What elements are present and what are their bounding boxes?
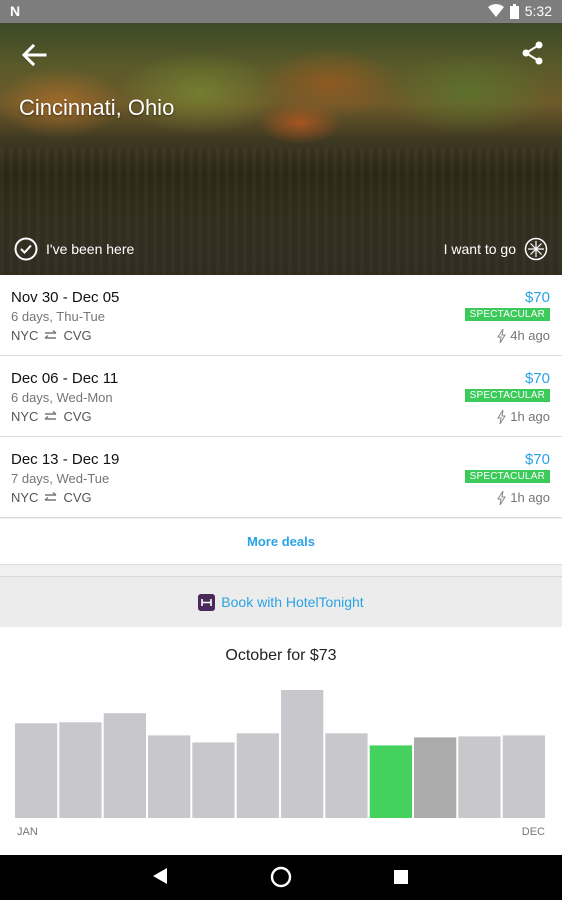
been-here-button[interactable]: I've been here (14, 237, 134, 261)
chart-bar-jul[interactable] (281, 690, 324, 818)
deal-route: NYC CVG (11, 490, 92, 505)
more-deals-button[interactable]: More deals (0, 519, 562, 565)
want-to-go-button[interactable]: I want to go (444, 237, 548, 261)
book-hotel-button[interactable]: Book with HotelTonight (0, 576, 562, 628)
chart-bar-dec[interactable] (502, 735, 545, 818)
nav-recents-icon[interactable] (393, 869, 409, 885)
status-time: 5:32 (524, 3, 552, 19)
price-chart-card: October for $73 JAN DEC (0, 627, 562, 855)
deal-dates: Nov 30 - Dec 05 (11, 289, 120, 306)
price-chart (15, 690, 545, 818)
swap-arrows-icon (45, 492, 57, 501)
status-icons: 5:32 (487, 3, 552, 19)
chart-bar-apr[interactable] (148, 735, 191, 818)
chart-bar-mar[interactable] (103, 713, 146, 818)
deal-destination: CVG (63, 409, 92, 424)
chart-bar-sep[interactable] (369, 745, 412, 818)
chart-bar-oct[interactable] (414, 737, 457, 818)
deal-duration: 7 days, Wed-Tue (11, 471, 110, 486)
swap-arrows-icon (45, 411, 57, 420)
deal-origin: NYC (11, 409, 39, 424)
chart-start-label: JAN (17, 826, 38, 838)
deal-row[interactable]: Nov 30 - Dec 05 6 days, Thu-Tue NYC CVG … (0, 275, 562, 356)
deal-origin: NYC (11, 328, 39, 343)
system-nav-bar (0, 855, 562, 900)
deal-price: $70 (524, 370, 550, 387)
chart-bar-jun[interactable] (236, 733, 279, 818)
lightning-icon (497, 409, 507, 424)
deal-age: 1h ago (497, 490, 550, 505)
deal-destination: CVG (63, 328, 92, 343)
deal-age-text: 4h ago (510, 328, 550, 343)
chart-end-label: DEC (521, 826, 545, 838)
deal-duration: 6 days, Thu-Tue (11, 309, 105, 324)
deal-route: NYC CVG (11, 409, 92, 424)
want-to-go-label: I want to go (443, 241, 516, 257)
compass-icon (524, 237, 548, 261)
swap-arrows-icon (45, 330, 57, 339)
hoteltonight-icon (198, 593, 216, 611)
deal-age-text: 1h ago (510, 490, 550, 505)
lightning-icon (497, 328, 507, 343)
been-here-label: I've been here (46, 241, 135, 257)
deal-age: 1h ago (497, 409, 550, 424)
battery-icon (509, 3, 519, 19)
chart-bar-aug[interactable] (325, 733, 368, 818)
status-bar: N 5:32 (0, 0, 562, 23)
deal-price: $70 (524, 289, 550, 306)
destination-hero: Cincinnati, Ohio I've been here I want t… (0, 23, 562, 275)
share-icon[interactable] (522, 41, 544, 65)
deal-dates: Dec 06 - Dec 11 (11, 370, 119, 387)
nav-home-icon[interactable] (270, 866, 292, 888)
deal-badge: SPECTACULAR (464, 308, 550, 321)
deal-row[interactable]: Dec 06 - Dec 11 6 days, Wed-Mon NYC CVG … (0, 356, 562, 437)
chart-bar-feb[interactable] (59, 722, 102, 818)
deal-row[interactable]: Dec 13 - Dec 19 7 days, Wed-Tue NYC CVG … (0, 437, 562, 518)
deal-duration: 6 days, Wed-Mon (11, 390, 113, 405)
city-title: Cincinnati, Ohio (19, 95, 175, 120)
deal-badge: SPECTACULAR (464, 389, 550, 402)
book-hotel-label: Book with HotelTonight (221, 594, 364, 610)
chart-bar-nov[interactable] (458, 736, 501, 818)
hero-image-trees (0, 23, 562, 143)
notification-n-icon: N (10, 3, 21, 19)
wifi-icon (487, 4, 504, 17)
deal-destination: CVG (63, 490, 92, 505)
deal-age-text: 1h ago (510, 409, 550, 424)
check-circle-icon (14, 237, 38, 261)
deal-route: NYC CVG (11, 328, 92, 343)
deal-age: 4h ago (497, 328, 550, 343)
deal-origin: NYC (11, 490, 39, 505)
deals-list: Nov 30 - Dec 05 6 days, Thu-Tue NYC CVG … (0, 275, 562, 518)
back-arrow-icon[interactable] (20, 41, 48, 69)
chart-bar-may[interactable] (192, 742, 235, 818)
deal-dates: Dec 13 - Dec 19 (11, 451, 120, 468)
chart-bar-jan[interactable] (15, 723, 58, 818)
deal-badge: SPECTACULAR (464, 470, 550, 483)
lightning-icon (497, 490, 507, 505)
nav-back-icon[interactable] (152, 867, 168, 885)
deal-price: $70 (524, 451, 550, 468)
